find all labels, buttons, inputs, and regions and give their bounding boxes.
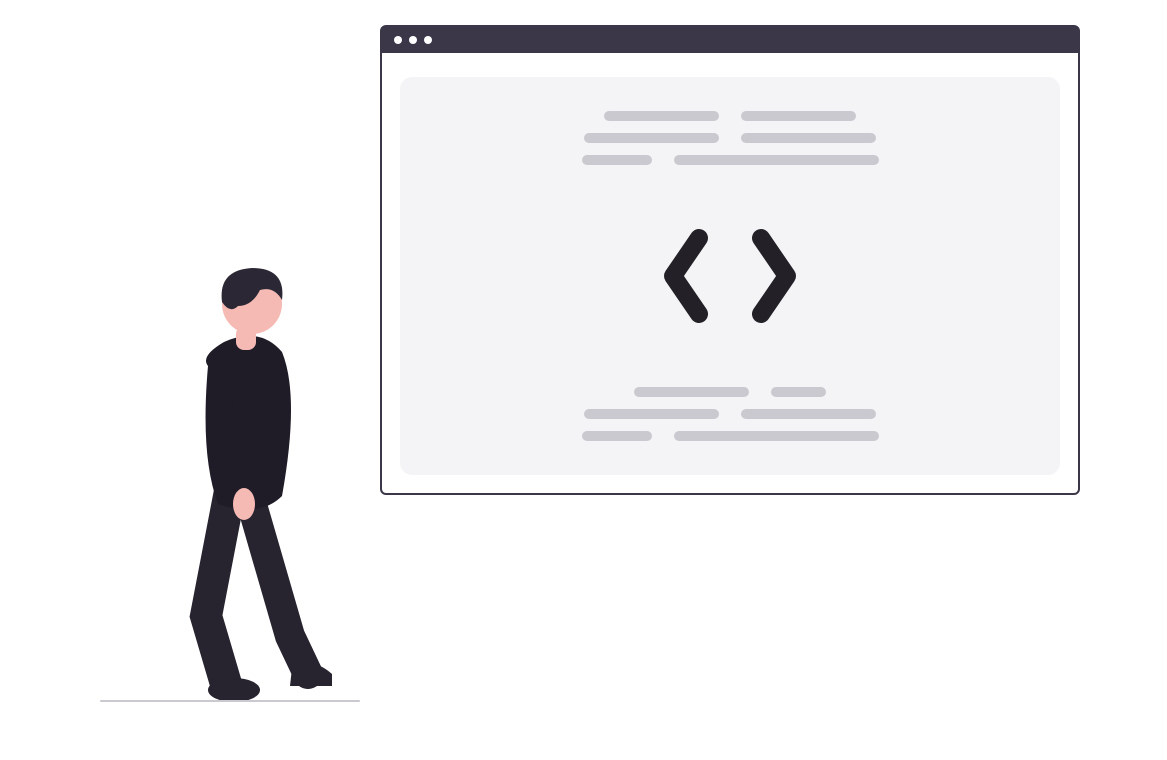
placeholder-bar — [674, 155, 879, 165]
placeholder-bar — [741, 409, 876, 419]
traffic-light-dot — [394, 36, 402, 44]
placeholder-row — [460, 387, 1000, 397]
chevron-right-icon — [745, 226, 801, 326]
browser-window — [380, 25, 1080, 495]
placeholder-bar — [582, 431, 652, 441]
code-icon — [659, 216, 801, 336]
placeholder-bar — [582, 155, 652, 165]
illustration-stage — [0, 0, 1167, 760]
placeholder-paragraph-top — [460, 111, 1000, 165]
person-walking — [140, 256, 340, 706]
placeholder-bar — [741, 133, 876, 143]
placeholder-bar — [604, 111, 719, 121]
ground-line — [100, 700, 360, 702]
content-panel — [400, 77, 1060, 475]
placeholder-row — [460, 409, 1000, 419]
placeholder-bar — [741, 111, 856, 121]
placeholder-row — [460, 431, 1000, 441]
placeholder-bar — [771, 387, 826, 397]
placeholder-bar — [634, 387, 749, 397]
traffic-light-dot — [409, 36, 417, 44]
chevron-left-icon — [659, 226, 715, 326]
window-titlebar — [382, 27, 1078, 53]
traffic-light-dot — [424, 36, 432, 44]
placeholder-bar — [584, 133, 719, 143]
placeholder-row — [460, 155, 1000, 165]
placeholder-bar — [584, 409, 719, 419]
placeholder-row — [460, 111, 1000, 121]
placeholder-paragraph-bottom — [460, 387, 1000, 441]
placeholder-bar — [674, 431, 879, 441]
placeholder-row — [460, 133, 1000, 143]
